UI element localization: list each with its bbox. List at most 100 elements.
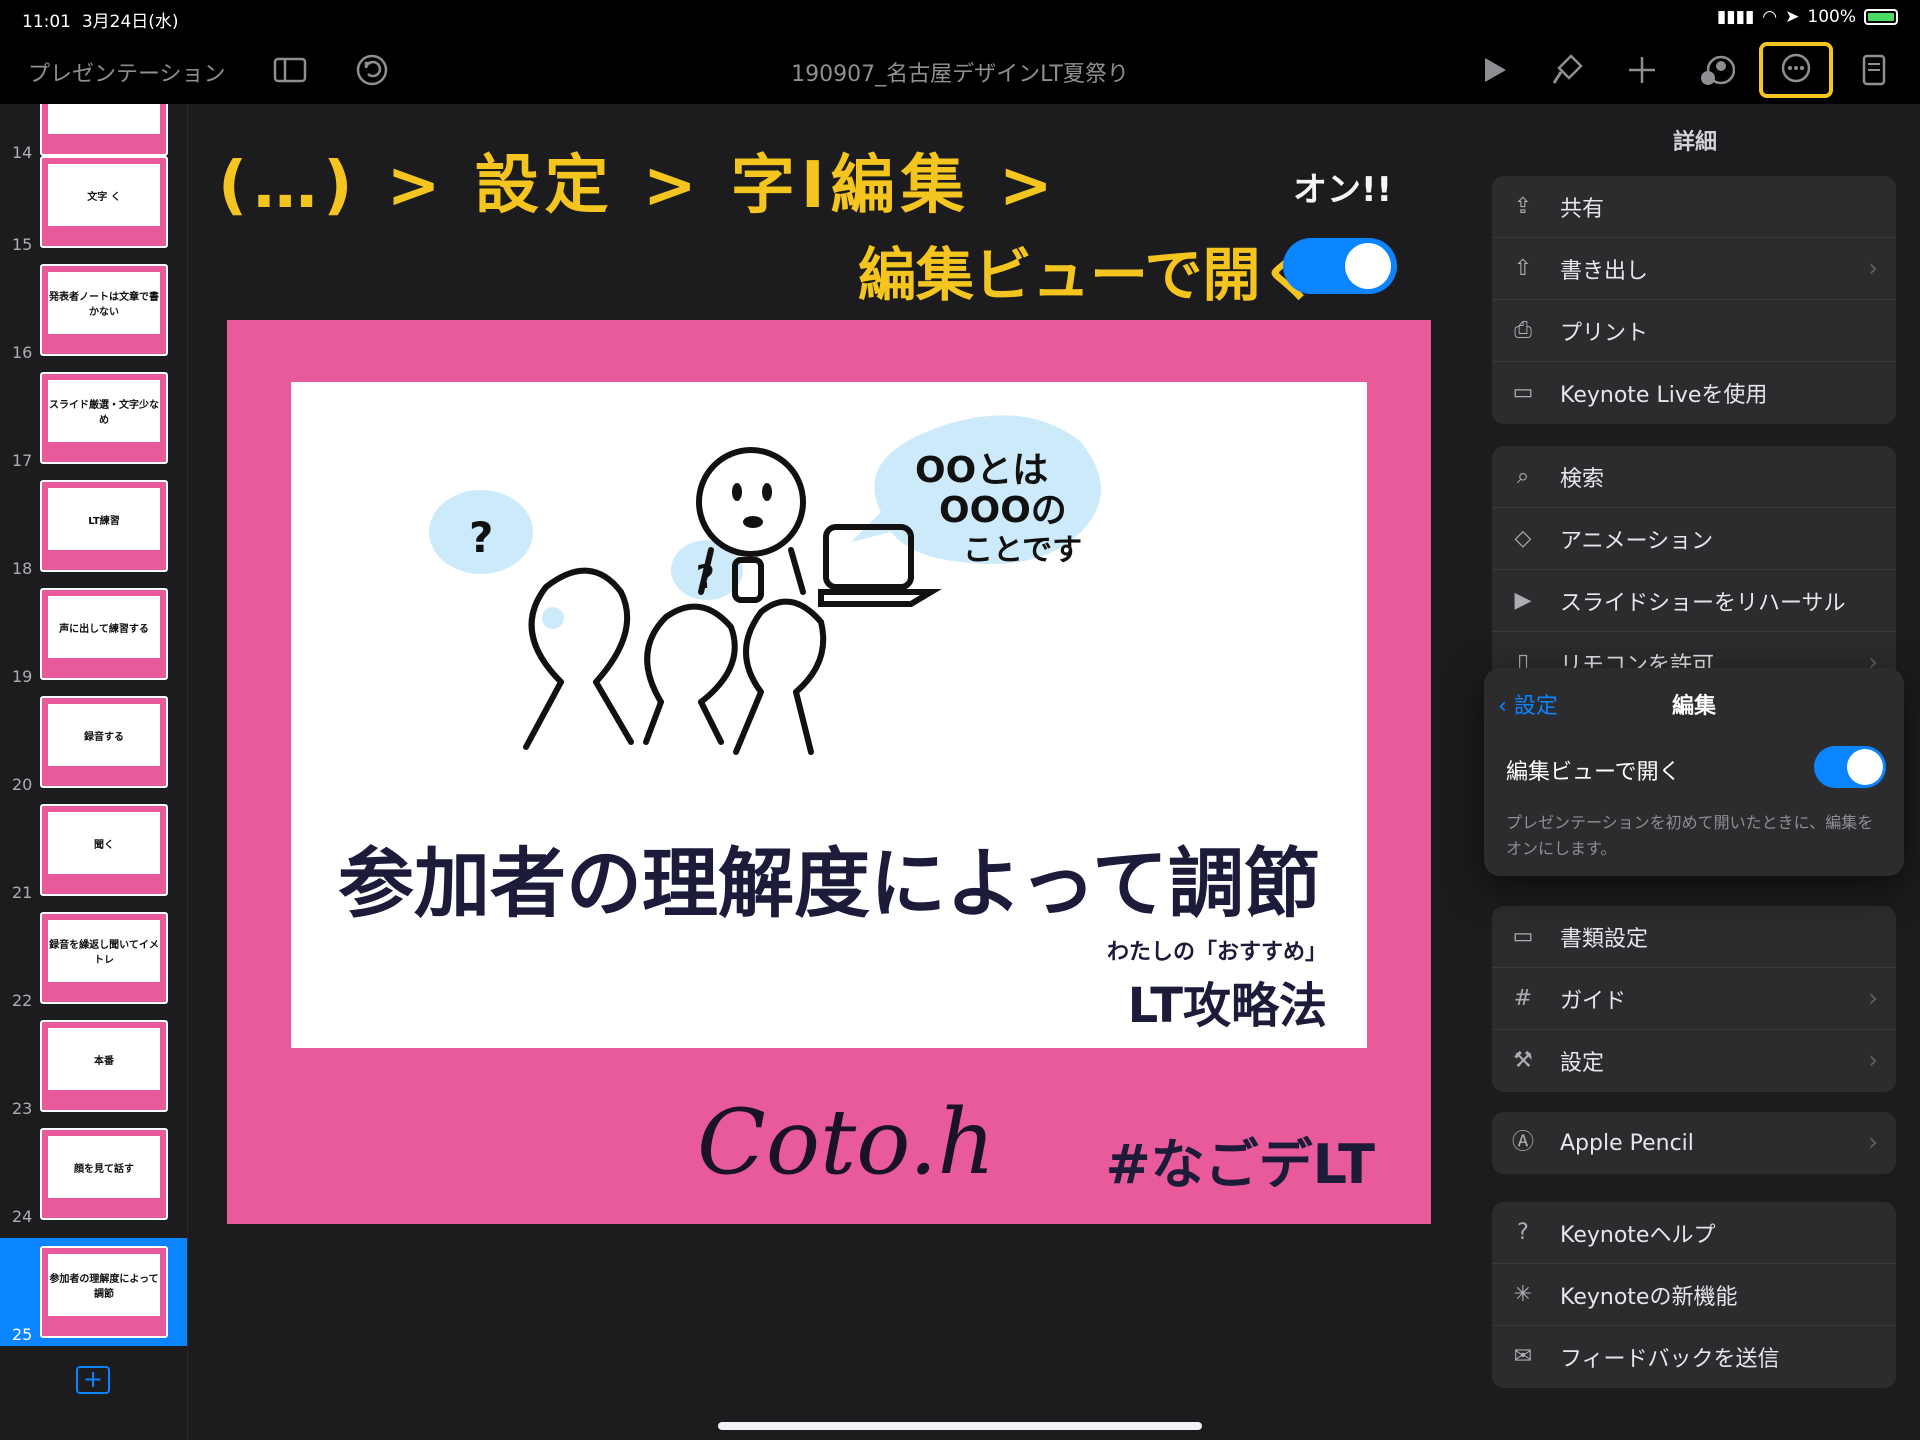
menu-item-label: 検索 (1560, 466, 1605, 492)
slide-thumbnail-image: 発表者ノートは文章で書かない (40, 264, 168, 356)
slide-thumbnail[interactable]: 参加者の理解度によって調節 25 (0, 1238, 187, 1346)
export-icon: ⇧ (1513, 255, 1533, 281)
menu-item[interactable]: ◇ アニメーション (1492, 508, 1896, 570)
menu-item-label: プリント (1560, 320, 1649, 346)
slide-thumbnail-label: 聞く (48, 812, 160, 874)
pencil-icon: Ⓐ (1511, 1130, 1534, 1155)
open-in-edit-description: プレゼンテーションを初めて開いたときに、編集をオンにします。 (1506, 813, 1874, 858)
toolbar: プレゼンテーション 190907_名古屋デザインLT夏祭り (0, 36, 1920, 104)
print-icon: ⎙ (1514, 317, 1532, 343)
menu-item-label: 書類設定 (1560, 926, 1649, 952)
menu-item[interactable]: # ガイド › (1492, 968, 1896, 1030)
current-slide[interactable]: ? ? OOとは OOOの ことです 参加者の理解度によって調節 わたしの「おす… (227, 320, 1431, 1224)
collaborate-icon[interactable] (1695, 48, 1739, 92)
menu-item-label: Keynoteの新機能 (1560, 1284, 1738, 1310)
slide-thumbnail-image: 参加者の理解度によって調節 (40, 1246, 168, 1338)
slide-number: 21 (12, 883, 33, 902)
slide-thumbnail-image: 録音する (40, 696, 168, 788)
play-icon[interactable] (1472, 48, 1516, 92)
slide-thumbnail[interactable]: 本番 23 (0, 1012, 187, 1120)
format-brush-icon[interactable] (1545, 48, 1589, 92)
menu-item[interactable]: ⇪ 共有 (1492, 176, 1896, 238)
slide-thumbnail[interactable]: 発表者ノートは文章で書かない 16 (0, 256, 187, 364)
settings-wrench-icon: ⚒ (1513, 1048, 1533, 1073)
slide-thumbnail[interactable]: 聞く 21 (0, 796, 187, 904)
keynote-live-icon: ▭ (1512, 380, 1534, 405)
open-in-edit-label: 編集ビューで開く (1506, 760, 1681, 785)
slide-thumbnail[interactable]: 声に出して練習する 19 (0, 580, 187, 688)
slide-thumbnail-image: 声に出して練習する (40, 588, 168, 680)
audience-figures (523, 567, 827, 755)
slide-thumbnail-image: 本番 (40, 1020, 168, 1112)
slide-number: 25 (12, 1325, 33, 1344)
menu-item[interactable]: ? Keynoteヘルプ (1492, 1202, 1896, 1264)
menu-item[interactable]: ⇧ 書き出し › (1492, 238, 1896, 300)
chevron-right-icon: › (1868, 984, 1878, 1012)
menu-item-label: Keynoteヘルプ (1560, 1222, 1716, 1248)
chevron-right-icon: › (1868, 1128, 1878, 1156)
slide-logo: Coto.h (697, 1090, 996, 1195)
menu-item[interactable]: ⚒ 設定 › (1492, 1030, 1896, 1092)
menu-item[interactable]: ✉ フィードバックを送信 (1492, 1326, 1896, 1388)
menu-item[interactable]: ▶ スライドショーをリハーサル (1492, 570, 1896, 632)
slide-thumbnail-image: LT練習 (40, 480, 168, 572)
whats-new-icon: ✳ (1513, 1281, 1533, 1307)
location-icon: ➤ (1785, 7, 1800, 27)
menu-item[interactable]: ⎙ プリント (1492, 300, 1896, 362)
slide-thumbnail[interactable]: 顔を見て話す 24 (0, 1120, 187, 1228)
slide-subtitle-big: LT攻略法 (1127, 978, 1327, 1034)
slide-content-area: ? ? OOとは OOOの ことです 参加者の理解度によって調節 わたしの「おす… (291, 382, 1367, 1048)
open-in-edit-toggle[interactable] (1814, 746, 1886, 788)
add-slide-icon[interactable]: + (76, 1366, 110, 1394)
slide-thumbnail-image: 顔を見て話す (40, 1128, 168, 1220)
keynote-app: 11:01 3月24日(水) ▮▮▮▮ ◠ ➤ 100% プレゼンテーション 1… (0, 0, 1920, 1440)
menu-item[interactable]: ✳ Keynoteの新機能 (1492, 1264, 1896, 1326)
menu-item-label: アニメーション (1560, 528, 1714, 554)
share-icon: ⇪ (1513, 193, 1533, 219)
handwritten-open-note: 編集ビューで開く (858, 241, 1319, 309)
slide-title: 参加者の理解度によって調節 (338, 839, 1320, 928)
slide-number: 22 (12, 991, 33, 1010)
slide-thumbnail-label: 録音を繰返し聞いてイメトレ (48, 920, 160, 982)
feedback-icon: ✉ (1513, 1344, 1533, 1369)
slide-thumbnail[interactable]: LT練習 18 (0, 472, 187, 580)
slide-hashtag: #なごデLT (1105, 1133, 1375, 1196)
add-icon[interactable] (1620, 48, 1664, 92)
menu-item[interactable]: ▭ 書類設定 (1492, 906, 1896, 968)
panel-group-pencil: Ⓐ Apple Pencil › (1492, 1112, 1896, 1174)
slide-thumbnail-label: 録音する (48, 704, 160, 766)
panel-group-help: ? Keynoteヘルプ ✳ Keynoteの新機能 ✉ フィードバックを送信 (1492, 1202, 1896, 1388)
panel-title: 詳細 (1672, 130, 1717, 155)
slide-number: 20 (12, 775, 33, 794)
slide-subtitle: わたしの「おすすめ」 LT攻略法 (1107, 934, 1327, 1036)
slide-thumbnail[interactable]: 録音する 20 (0, 688, 187, 796)
slide-thumbnail[interactable]: 文字 く 15 (0, 148, 187, 256)
help-icon: ? (1517, 1219, 1529, 1245)
illustration: ? ? OOとは OOOの ことです (429, 415, 1101, 755)
speech-line-3: ことです (963, 533, 1082, 568)
slide-thumbnail-label: 参加者の理解度によって調節 (48, 1254, 160, 1316)
slide-thumbnail-label: 顔を見て話す (48, 1136, 160, 1198)
rehearse-icon: ▶ (1514, 587, 1532, 613)
slide-number: 24 (12, 1207, 33, 1226)
menu-item[interactable]: Ⓐ Apple Pencil › (1492, 1112, 1896, 1174)
slide-thumbnail[interactable]: 録音を繰返し聞いてイメトレ 22 (0, 904, 187, 1012)
slide-thumbnail-image: スライド厳選・文字少なめ (40, 372, 168, 464)
menu-item-label: ガイド (1560, 988, 1627, 1014)
presenter-notes-icon[interactable] (1852, 48, 1896, 92)
signal-icon: ▮▮▮▮ (1716, 7, 1755, 27)
menu-item-label: 共有 (1560, 196, 1605, 222)
handwritten-on-note: オン!! (1293, 170, 1393, 210)
status-right: ▮▮▮▮ ◠ ➤ 100% (1717, 7, 1898, 27)
handwritten-path-annotation: (…) > 設定 > 字I編集 > (218, 149, 1059, 223)
panel-group-settings: ▭ 書類設定 # ガイド › ⚒ 設定 › (1492, 906, 1896, 1092)
status-bar: 11:01 3月24日(水) ▮▮▮▮ ◠ ➤ 100% (0, 0, 1920, 36)
home-indicator[interactable] (718, 1422, 1202, 1430)
menu-item-label: Keynote Liveを使用 (1560, 383, 1768, 408)
menu-item-label: フィードバックを送信 (1560, 1347, 1780, 1372)
menu-item[interactable]: ⌕ 検索 (1492, 446, 1896, 508)
slide-thumbnail-label: スライド厳選・文字少なめ (48, 380, 160, 442)
slide-thumbnail[interactable]: スライド厳選・文字少なめ 17 (0, 364, 187, 472)
more-icon[interactable] (1759, 42, 1833, 98)
menu-item[interactable]: ▭ Keynote Liveを使用 (1492, 362, 1896, 424)
